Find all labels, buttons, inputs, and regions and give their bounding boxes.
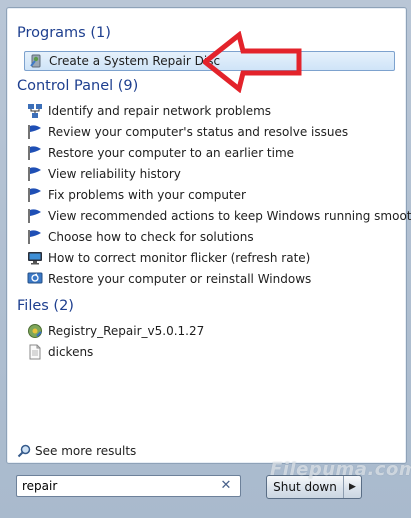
action-center-flag-icon bbox=[27, 145, 43, 161]
result-registry-repair[interactable]: Registry_Repair_v5.0.1.27 bbox=[27, 321, 204, 341]
result-monitor-flicker[interactable]: How to correct monitor flicker (refresh … bbox=[27, 248, 310, 268]
installer-icon bbox=[27, 323, 43, 339]
result-check-for-solutions[interactable]: Choose how to check for solutions bbox=[27, 227, 254, 247]
see-more-results-link[interactable]: See more results bbox=[17, 441, 136, 461]
action-center-flag-icon bbox=[27, 187, 43, 203]
result-identify-network-problems[interactable]: Identify and repair network problems bbox=[27, 101, 271, 121]
repair-disc-icon bbox=[28, 53, 44, 69]
result-label: View recommended actions to keep Windows… bbox=[48, 209, 411, 223]
action-center-flag-icon bbox=[27, 229, 43, 245]
magnifier-icon bbox=[17, 444, 31, 458]
result-view-reliability-history[interactable]: View reliability history bbox=[27, 164, 181, 184]
result-restore-or-reinstall[interactable]: Restore your computer or reinstall Windo… bbox=[27, 269, 311, 289]
result-label: How to correct monitor flicker (refresh … bbox=[48, 251, 311, 265]
control-panel-header: Control Panel (9) bbox=[17, 78, 139, 94]
result-label: Identify and repair network problems bbox=[48, 104, 272, 118]
result-label: dickens bbox=[48, 345, 94, 359]
clear-search-icon[interactable]: ✕ bbox=[217, 476, 235, 496]
document-icon bbox=[27, 344, 43, 360]
result-label: Restore your computer to an earlier time bbox=[48, 146, 295, 160]
recovery-icon bbox=[27, 271, 43, 287]
see-more-label: See more results bbox=[35, 444, 137, 458]
result-label: View reliability history bbox=[48, 167, 181, 181]
result-label: Choose how to check for solutions bbox=[48, 230, 254, 244]
network-icon bbox=[27, 103, 43, 119]
search-input[interactable] bbox=[17, 479, 217, 493]
result-label: Fix problems with your computer bbox=[48, 188, 246, 202]
search-results-panel: Programs (1) Create a System Repair Disc… bbox=[6, 7, 411, 464]
watermark: Filepuma.com bbox=[270, 459, 411, 480]
action-center-flag-icon bbox=[27, 124, 43, 140]
display-icon bbox=[27, 250, 43, 266]
result-view-recommended-actions[interactable]: View recommended actions to keep Windows… bbox=[27, 206, 411, 226]
files-header: Files (2) bbox=[17, 298, 74, 314]
result-label: Create a System Repair Disc bbox=[49, 54, 221, 68]
programs-header: Programs (1) bbox=[17, 25, 111, 41]
result-restore-earlier-time[interactable]: Restore your computer to an earlier time bbox=[27, 143, 294, 163]
result-dickens[interactable]: dickens bbox=[27, 342, 93, 362]
action-center-flag-icon bbox=[27, 166, 43, 182]
result-label: Registry_Repair_v5.0.1.27 bbox=[48, 324, 205, 338]
result-label: Restore your computer or reinstall Windo… bbox=[48, 272, 312, 286]
result-fix-problems[interactable]: Fix problems with your computer bbox=[27, 185, 246, 205]
result-label: Review your computer's status and resolv… bbox=[48, 125, 349, 139]
action-center-flag-icon bbox=[27, 208, 43, 224]
search-box[interactable]: ✕ bbox=[16, 475, 241, 497]
red-arrow-icon bbox=[203, 31, 302, 93]
result-review-computer-status[interactable]: Review your computer's status and resolv… bbox=[27, 122, 348, 142]
start-menu: Programs (1) Create a System Repair Disc… bbox=[0, 0, 411, 518]
